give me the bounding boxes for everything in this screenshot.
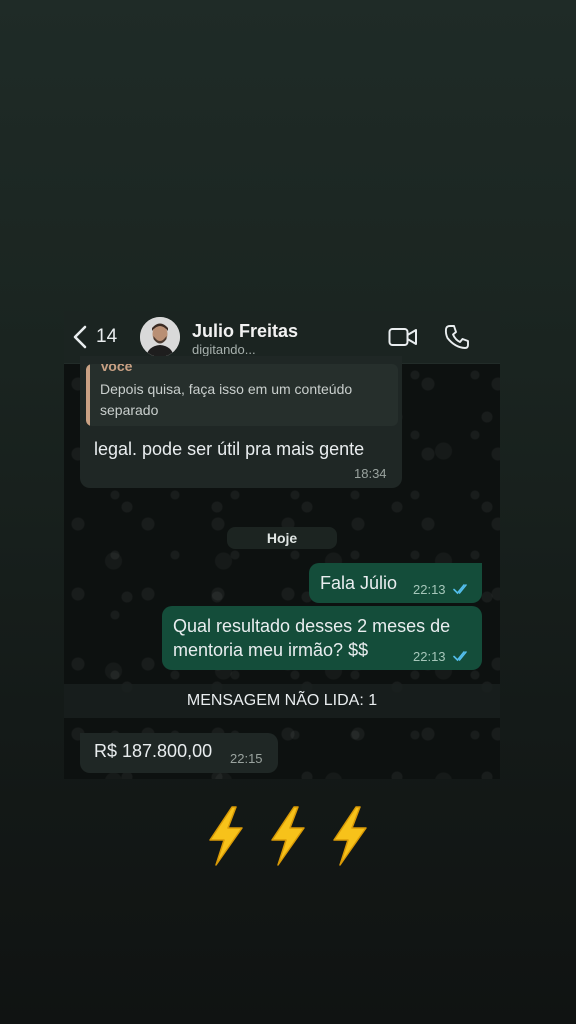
video-call-button[interactable]	[388, 325, 418, 349]
video-call-icon	[388, 328, 417, 346]
message-time: 22:15	[230, 751, 263, 766]
message-text-line: mentoria meu irmão? $$	[173, 640, 369, 660]
message-time: 22:13	[413, 649, 446, 664]
back-button[interactable]: 14	[72, 323, 117, 351]
chevron-left-icon	[73, 325, 87, 349]
quote-text: Depois quisa, faça isso em um conteúdo s…	[100, 381, 353, 418]
quoted-message[interactable]: Você Depois quisa, faça isso em um conte…	[86, 364, 398, 426]
read-ticks-icon	[453, 584, 467, 595]
message-text: Fala Júlio	[320, 573, 398, 593]
read-ticks-icon	[453, 651, 467, 662]
quote-author: Você	[100, 364, 133, 374]
quote-accent-bar	[86, 364, 90, 426]
typing-status: digitando...	[192, 342, 256, 357]
lightning-bolt-icon	[271, 806, 305, 866]
unread-chats-count: 14	[96, 326, 118, 347]
lightning-emoji-row	[202, 806, 374, 870]
unread-messages-banner: MENSAGEM NÃO LIDA: 1	[64, 684, 500, 718]
lightning-bolt-icon	[209, 806, 243, 866]
lightning-bolt-icon	[333, 806, 367, 866]
date-separator: Hoje	[227, 527, 337, 549]
message-text-line: Qual resultado desses 2 meses de	[173, 616, 451, 636]
message-text: legal. pode ser útil pra mais gente	[94, 439, 365, 459]
contact-name[interactable]: Julio Freitas	[192, 321, 298, 342]
message-time: 22:13	[413, 582, 446, 597]
voice-call-button[interactable]	[444, 324, 470, 350]
phone-icon	[444, 325, 469, 349]
avatar[interactable]	[140, 317, 180, 357]
message-time: 18:34	[354, 466, 387, 481]
message-text: R$ 187.800,00	[94, 741, 213, 761]
